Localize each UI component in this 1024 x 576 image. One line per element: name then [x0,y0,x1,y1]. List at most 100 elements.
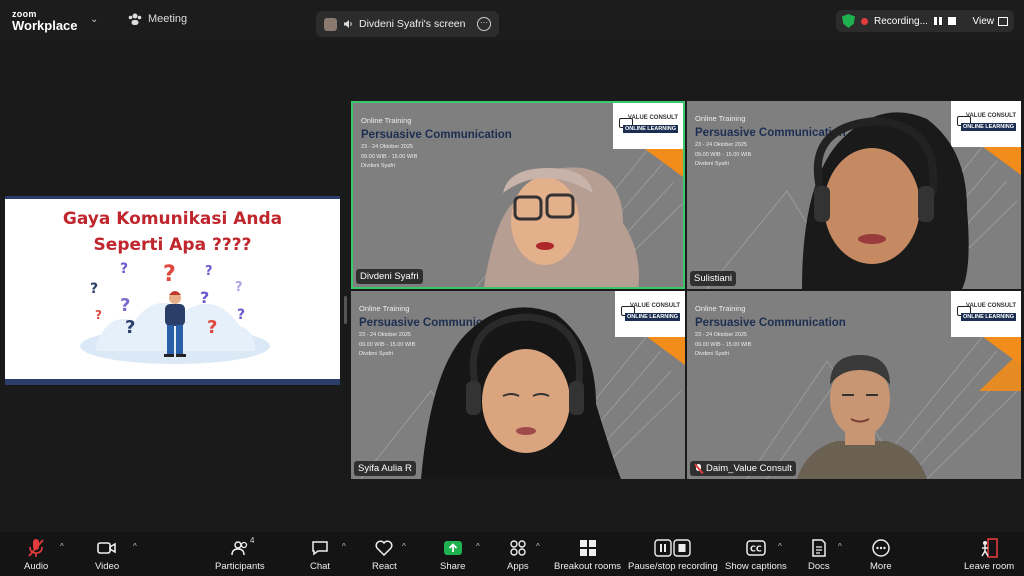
react-options-chevron-icon[interactable]: ^ [402,542,406,551]
docs-button[interactable]: Docs [808,538,830,572]
participant-name-tag: Divdeni Syafri [356,269,423,284]
participant-video [483,167,639,287]
svg-text:?: ? [237,307,245,323]
participants-button[interactable]: Participants [215,538,265,572]
card-course: Persuasive Communication [695,316,846,329]
slide-title-line1: Gaya Komunikasi Anda [62,209,283,229]
logo-subtitle: ONLINE LEARNING [622,125,678,133]
recording-dot-icon [861,17,868,25]
svg-text:?: ? [207,317,217,338]
card-online-training: Online Training [361,116,412,125]
audio-button[interactable]: Audio [24,538,48,572]
meeting-info[interactable]: Meeting [128,13,187,25]
chat-button[interactable]: Chat [310,538,330,572]
value-consult-logo: VALUE CONSULT ONLINE LEARNING [951,291,1021,337]
video-button[interactable]: Video [95,538,119,572]
slide-footer-stripe [5,379,340,385]
more-icon [872,539,890,557]
logo-text: VALUE CONSULT [965,303,1016,309]
meeting-people-icon [128,13,142,25]
mic-muted-icon [28,539,44,557]
react-button[interactable]: React [372,538,397,572]
video-label: Video [95,561,120,572]
card-time: 09.00 WIB - 15.00 WIB [695,341,752,348]
pause-stop-icon [654,539,691,557]
recording-status: Recording... [874,15,928,27]
top-bar: zoom Workplace ⌄ Meeting Divdeni Syafri'… [0,0,1024,40]
chat-label: Chat [310,561,331,572]
breakout-rooms-button[interactable]: Breakout rooms [554,538,621,572]
leave-room-button[interactable]: Leave room [964,538,1014,572]
pause-recording-icon[interactable] [933,17,942,25]
svg-text:?: ? [95,308,102,322]
stop-recording-icon[interactable] [947,17,956,25]
logo-text: VALUE CONSULT [627,115,678,121]
view-label: View [972,15,995,27]
participants-count: 4 [250,536,255,545]
logo-text: VALUE CONSULT [629,303,680,309]
captions-options-chevron-icon[interactable]: ^ [778,542,782,551]
share-options-chevron-icon[interactable]: ^ [476,542,480,551]
share-options-icon[interactable]: ··· [477,17,491,31]
recording-label: Pause/stop recording [628,561,718,572]
view-button[interactable]: View [972,15,1008,27]
zoom-meeting-window: zoom Workplace ⌄ Meeting Divdeni Syafri'… [0,0,1024,576]
participant-name: Sulistiani [694,273,733,284]
svg-text:?: ? [120,295,130,316]
chevron-down-icon[interactable]: ⌄ [90,14,98,25]
sharer-avatar [324,17,337,31]
audio-options-chevron-icon[interactable]: ^ [60,542,64,551]
breakout-rooms-label: Breakout rooms [554,561,622,572]
svg-text:?: ? [235,280,243,295]
chat-bubble-icon [312,541,328,556]
view-grid-icon [998,16,1008,26]
svg-text:?: ? [205,264,213,279]
meeting-label: Meeting [148,13,188,25]
more-label: More [870,561,892,572]
apps-options-chevron-icon[interactable]: ^ [536,542,540,551]
apps-icon [510,540,526,556]
heart-icon [375,540,393,556]
audio-label: Audio [24,561,49,572]
participants-label: Participants [215,561,265,572]
more-button[interactable]: More [870,538,892,572]
participant-video [421,307,621,479]
video-tile-daim[interactable]: Online Training Persuasive Communication… [687,291,1021,479]
share-button[interactable]: Share [440,538,465,572]
zoom-workplace-menu[interactable]: zoom Workplace [12,9,78,33]
training-card: Online Training Persuasive Communication… [695,305,846,358]
video-tile-sulistiani[interactable]: Online Training Persuasive Communication… [687,101,1021,289]
docs-label: Docs [808,561,830,572]
svg-text:?: ? [90,281,98,297]
value-consult-logo: VALUE CONSULT ONLINE LEARNING [615,291,685,337]
participant-name-tag: Daim_Value Consult [690,461,796,476]
video-options-chevron-icon[interactable]: ^ [133,542,137,551]
apps-button[interactable]: Apps [507,538,529,572]
status-pill: Recording... View [836,10,1014,32]
brand-workplace: Workplace [12,18,78,33]
logo-subtitle: ONLINE LEARNING [960,313,1016,321]
captions-label: Show captions [725,561,787,572]
video-tile-divdeni[interactable]: Online Training Persuasive Communication… [351,101,685,289]
share-label: Share [440,561,466,572]
svg-text:?: ? [200,288,209,307]
chat-options-chevron-icon[interactable]: ^ [342,542,346,551]
mic-muted-icon [694,463,703,474]
participant-name: Daim_Value Consult [706,463,792,474]
shared-slide[interactable]: Gaya Komunikasi Anda Seperti Apa ???? ? … [5,196,340,385]
shared-screen-indicator[interactable]: Divdeni Syafri's screen ··· [316,11,499,37]
docs-options-chevron-icon[interactable]: ^ [838,542,842,551]
participant-video [797,355,927,479]
video-tile-syifa[interactable]: Online Training Persuasive Communication… [351,291,685,479]
card-online-training: Online Training [695,304,746,313]
svg-text:?: ? [125,317,135,338]
docs-icon [812,539,826,557]
encryption-shield-icon[interactable] [842,14,855,28]
share-screen-icon [443,541,462,555]
resize-handle[interactable] [344,296,347,324]
participant-name: Syifa Aulia R [358,463,412,474]
slide-title-line2: Seperti Apa ???? [93,235,252,255]
participant-name-tag: Syifa Aulia R [354,461,416,476]
pause-stop-recording-button[interactable]: Pause/stop recording [628,538,718,572]
card-course: Persuasive Communication [361,128,512,141]
